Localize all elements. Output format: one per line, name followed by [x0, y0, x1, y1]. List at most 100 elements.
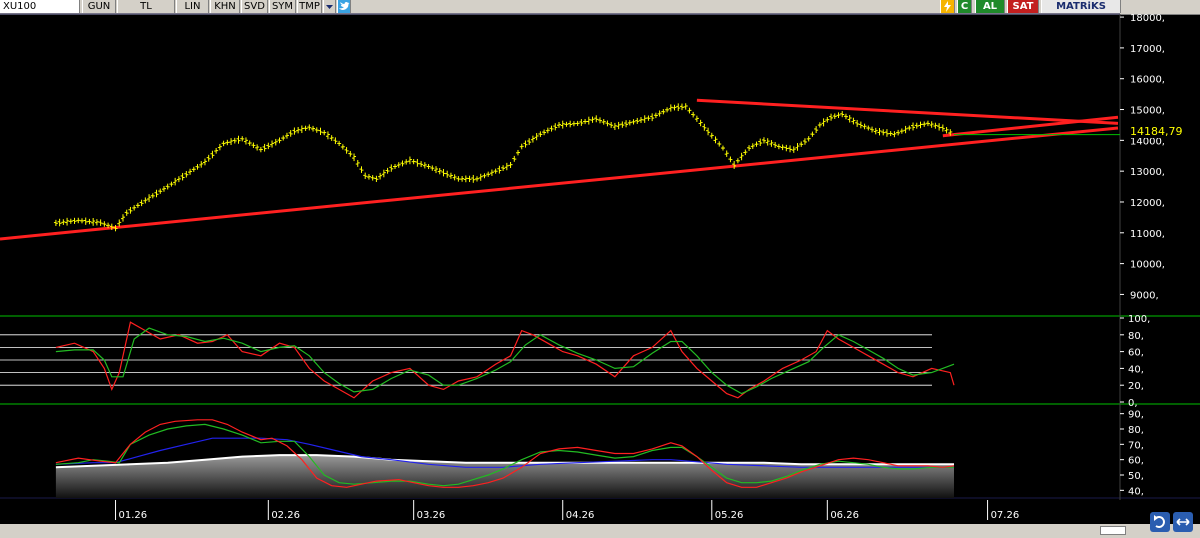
price-bar: [307, 124, 312, 131]
price-bar: [899, 128, 904, 134]
price-bar: [747, 145, 752, 151]
price-bar: [650, 113, 655, 122]
refresh-icon[interactable]: [1150, 512, 1170, 532]
price-bar: [195, 164, 200, 170]
price-bar: [311, 125, 316, 132]
price-bar: [564, 121, 569, 127]
arrows-icon[interactable]: [1173, 512, 1193, 532]
price-bar: [802, 138, 807, 145]
price-bar: [497, 165, 502, 174]
price-bar: [676, 103, 681, 112]
price-bar: [57, 218, 62, 227]
price-bar: [720, 145, 725, 151]
price-bar: [161, 186, 166, 192]
price-bar: [419, 161, 424, 168]
price-bar: [135, 202, 140, 208]
price-bar: [523, 140, 528, 148]
price-bar: [247, 140, 252, 146]
price-bar: [374, 175, 379, 182]
price-bar: [158, 188, 163, 194]
price-bar: [407, 156, 412, 165]
price-bar: [881, 129, 886, 136]
osc1-tick-label: 80,: [1128, 331, 1144, 342]
osc2-tick-label: 70,: [1128, 440, 1144, 451]
osc2-tick-label: 90,: [1128, 410, 1144, 421]
price-bar: [169, 181, 174, 187]
price-bar: [322, 130, 327, 136]
price-bar: [605, 120, 610, 127]
price-bar: [944, 127, 949, 134]
price-bar: [888, 131, 893, 137]
price-bar: [422, 162, 427, 169]
y-tick-label: 9000,: [1130, 290, 1159, 301]
price-bar: [318, 127, 323, 135]
price-bar: [191, 166, 196, 172]
price-bar: [98, 219, 103, 226]
price-bar: [661, 109, 666, 115]
price-bar: [579, 119, 584, 126]
price-bar: [884, 129, 889, 137]
price-bar: [832, 113, 837, 119]
price-bar: [646, 115, 651, 121]
price-bar: [270, 140, 275, 148]
price-bar: [463, 175, 468, 183]
price-bar: [821, 118, 826, 127]
last-price-label: 14184,79: [1130, 125, 1183, 138]
price-bar: [76, 217, 81, 224]
price-bar: [765, 138, 770, 146]
trendline-1[interactable]: [0, 126, 1119, 241]
osc2-tick-label: 50,: [1128, 471, 1144, 482]
price-bar: [61, 219, 66, 225]
price-bar: [866, 125, 871, 131]
price-bar: [668, 104, 673, 112]
price-bar: [713, 136, 718, 144]
price-bar: [914, 122, 919, 129]
price-bar: [918, 121, 923, 129]
price-bar: [907, 125, 912, 131]
price-bar: [262, 143, 267, 152]
price-bar: [482, 173, 487, 179]
price-bar: [761, 137, 766, 144]
price-bar: [590, 116, 595, 123]
price-bar: [426, 164, 431, 170]
price-bar: [620, 121, 625, 128]
price-bar: [489, 169, 494, 176]
price-bar: [609, 121, 614, 128]
price-bar: [91, 217, 96, 226]
price-bar: [124, 209, 129, 216]
price-bar: [788, 145, 793, 153]
price-bar: [415, 158, 420, 167]
price-bar: [363, 172, 368, 179]
price-bar: [635, 117, 640, 124]
price-bar: [512, 155, 517, 162]
price-bar: [519, 143, 524, 150]
y-tick-label: 17000,: [1130, 44, 1165, 55]
axis-labels: 18000,17000,16000,15000,14000,13000,1200…: [1120, 13, 1165, 497]
price-bar: [933, 122, 938, 129]
price-bar: [534, 133, 539, 141]
price-bar: [251, 142, 256, 149]
bottom-scrollbar[interactable]: [0, 512, 1200, 538]
price-bar: [836, 112, 841, 118]
trendline-2[interactable]: [696, 98, 1119, 125]
price-bar: [217, 143, 222, 151]
price-bar: [653, 112, 658, 119]
price-bar: [232, 137, 237, 144]
price-bar: [504, 162, 509, 171]
price-panel: [0, 98, 1120, 241]
price-bar: [147, 194, 152, 203]
price-bar: [437, 168, 442, 175]
price-bar: [754, 141, 759, 147]
price-bar: [530, 135, 535, 143]
price-bar: [776, 143, 781, 150]
price-bar: [236, 135, 241, 144]
price-bar: [717, 141, 722, 147]
price-bar: [929, 121, 934, 128]
scroll-thumb[interactable]: [1100, 526, 1126, 535]
price-bar: [385, 167, 390, 174]
chart-canvas[interactable]: 18000,17000,16000,15000,14000,13000,1200…: [0, 0, 1200, 524]
price-bar: [277, 137, 282, 144]
price-bar: [337, 140, 342, 147]
price-bar: [478, 173, 483, 181]
price-bar: [396, 162, 401, 168]
